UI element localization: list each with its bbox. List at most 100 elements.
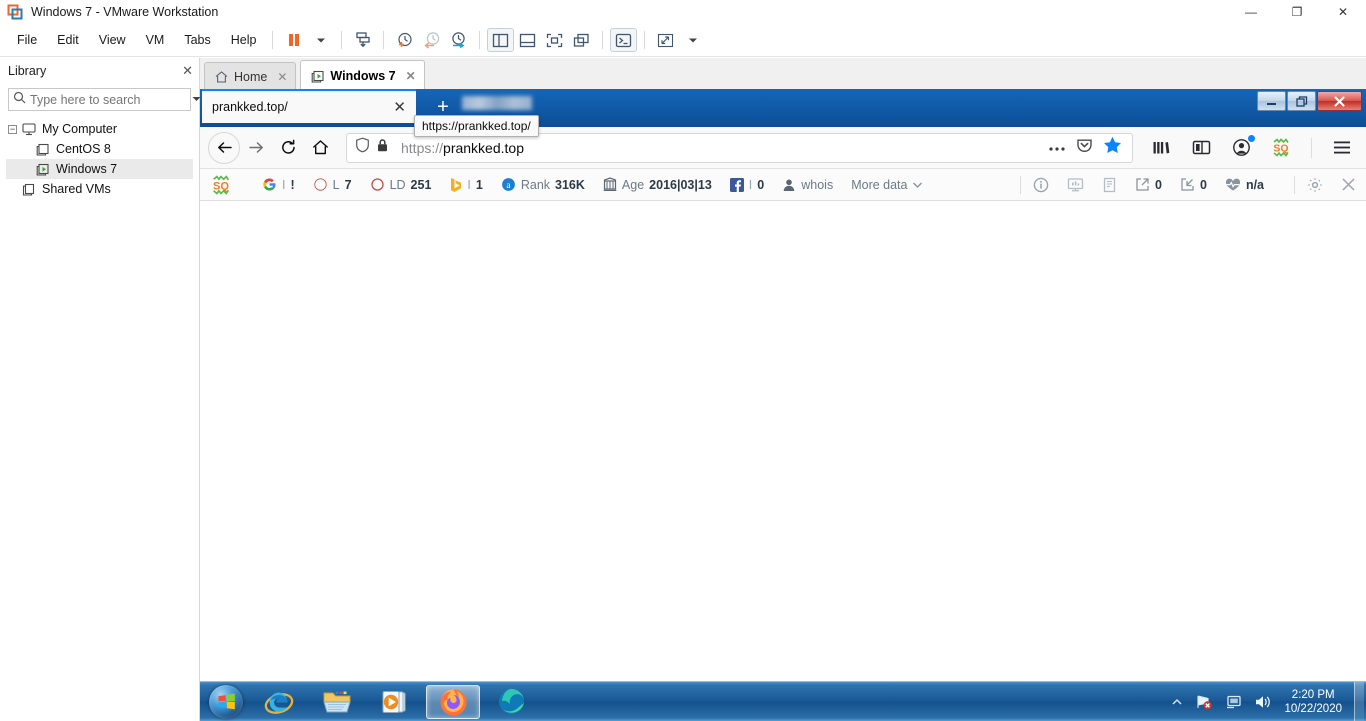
seoquake-page-info-button[interactable]	[1033, 177, 1049, 193]
seoquake-more-data-button[interactable]: More data	[851, 178, 923, 192]
reload-icon[interactable]	[272, 132, 304, 164]
metric-value: 7	[344, 177, 352, 192]
library-search-box[interactable]	[8, 88, 201, 111]
seoquake-page-health[interactable]: n/a	[1225, 178, 1264, 192]
url-text[interactable]: https://prankked.top	[395, 140, 1048, 156]
seoquake-metric-facebook[interactable]: I 0	[729, 177, 764, 192]
firefox-window-controls	[1257, 91, 1362, 111]
seoquake-metric-alexa-rank[interactable]: a Rank 316K	[501, 177, 585, 192]
page-content-area[interactable]	[200, 201, 1366, 681]
browser-tab-prankked[interactable]: prankked.top/ ✕	[202, 89, 416, 123]
seoquake-keyword-density-button[interactable]	[1102, 177, 1117, 193]
console-view-icon[interactable]	[610, 28, 638, 52]
take-snapshot-icon[interactable]	[391, 28, 418, 52]
tab-windows-7[interactable]: Windows 7 ✕	[300, 60, 425, 90]
send-ctrl-alt-del-icon[interactable]	[349, 28, 376, 52]
view-dropdown-icon[interactable]	[679, 28, 706, 52]
back-arrow-icon[interactable]	[208, 131, 240, 164]
menu-vm[interactable]: VM	[137, 29, 174, 51]
vmware-close-button[interactable]: ✕	[1320, 0, 1366, 24]
seoquake-close-button[interactable]	[1341, 177, 1356, 192]
menu-file[interactable]: File	[8, 29, 46, 51]
display-icon[interactable]	[1225, 694, 1242, 710]
padlock-icon[interactable]	[376, 138, 389, 158]
revert-snapshot-icon[interactable]	[418, 28, 445, 52]
shield-icon[interactable]	[355, 137, 370, 158]
url-bar[interactable]: https://prankked.top	[346, 132, 1133, 163]
external-links-value: 0	[1155, 177, 1162, 192]
taskbar-internet-explorer[interactable]	[252, 685, 306, 719]
menu-tabs[interactable]: Tabs	[175, 29, 219, 51]
seoquake-metric-google-links[interactable]: LD 251	[370, 177, 431, 192]
snapshot-manager-icon[interactable]	[445, 28, 472, 52]
taskbar-windows-media-player[interactable]	[368, 685, 422, 719]
chevron-up-icon[interactable]	[1171, 697, 1183, 707]
seoquake-metric-google-index[interactable]: L 7	[313, 177, 352, 192]
sidebar-item-my-computer[interactable]: − My Computer	[6, 119, 193, 139]
seoquake-metric-bing[interactable]: I 1	[449, 177, 483, 193]
taskbar-windows-explorer[interactable]	[310, 685, 364, 719]
sidebar-item-centos-8[interactable]: CentOS 8	[6, 139, 193, 159]
vmware-minimize-button[interactable]: —	[1228, 0, 1274, 24]
taskbar-microsoft-edge[interactable]	[484, 685, 538, 719]
external-links-icon	[1135, 177, 1150, 192]
firefox-minimize-button[interactable]	[1257, 91, 1286, 111]
stretch-guest-icon[interactable]	[652, 28, 679, 52]
tab-close-icon[interactable]: ✕	[406, 69, 416, 83]
account-icon[interactable]	[1225, 132, 1257, 164]
identity-box[interactable]	[351, 137, 395, 158]
firefox-navigation-toolbar: https://prankked.top SQ	[200, 127, 1366, 169]
ellipsis-icon[interactable]	[1048, 139, 1066, 157]
start-button[interactable]	[204, 684, 248, 720]
library-icon[interactable]	[1145, 132, 1177, 164]
menu-help[interactable]: Help	[222, 29, 266, 51]
sidebar-item-windows-7[interactable]: Windows 7	[6, 159, 193, 179]
toolbar-divider	[1020, 175, 1022, 194]
seoquake-metric-google[interactable]: I !	[262, 177, 295, 192]
page-health-icon	[1225, 178, 1241, 192]
library-close-icon[interactable]: ✕	[182, 63, 193, 79]
unity-mode-icon[interactable]	[568, 28, 595, 52]
tab-home[interactable]: Home ✕	[204, 62, 297, 90]
forward-arrow-icon[interactable]	[240, 132, 272, 164]
seoquake-seo-audit-button[interactable]	[1067, 177, 1084, 193]
pocket-icon[interactable]	[1076, 137, 1093, 159]
show-thumbnail-bar-icon[interactable]	[514, 28, 541, 52]
pause-icon[interactable]	[280, 28, 307, 52]
fullscreen-icon[interactable]	[541, 28, 568, 52]
seoquake-whois-link[interactable]: whois	[782, 178, 833, 192]
menu-edit[interactable]: Edit	[48, 29, 88, 51]
url-host: prankked.top	[443, 139, 524, 156]
vmware-maximize-button[interactable]: ❐	[1274, 0, 1320, 24]
vm-console-guest-screen[interactable]: prankked.top/ ✕ + https://prankked.top/	[200, 89, 1366, 721]
menu-view[interactable]: View	[90, 29, 135, 51]
webarchive-icon	[603, 177, 617, 192]
sidebar-item-shared-vms[interactable]: Shared VMs	[6, 179, 193, 199]
star-filled-icon[interactable]	[1103, 136, 1122, 159]
browser-tab-close-icon[interactable]: ✕	[389, 100, 410, 115]
home-icon[interactable]	[304, 132, 336, 164]
show-library-icon[interactable]	[487, 28, 515, 52]
taskbar-clock[interactable]: 2:20 PM 10/22/2020	[1278, 688, 1352, 716]
seoquake-metric-age[interactable]: Age 2016|03|13	[603, 177, 712, 192]
show-desktop-button[interactable]	[1354, 681, 1364, 721]
seoquake-external-links[interactable]: 0	[1135, 177, 1162, 192]
firefox-restore-button[interactable]	[1287, 91, 1316, 111]
google-index-icon	[313, 177, 328, 192]
volume-icon[interactable]	[1254, 694, 1272, 710]
dropdown-arrow-icon[interactable]	[307, 28, 334, 52]
firefox-close-button[interactable]	[1317, 91, 1362, 111]
sidebar-icon[interactable]	[1185, 132, 1217, 164]
hamburger-menu-icon[interactable]	[1326, 132, 1358, 164]
tab-close-icon[interactable]: ✕	[277, 70, 287, 84]
network-error-icon[interactable]	[1195, 694, 1213, 710]
metric-separator: I	[467, 177, 471, 192]
expander-icon[interactable]: −	[8, 124, 17, 134]
seoquake-internal-links[interactable]: 0	[1180, 177, 1207, 192]
library-search-input[interactable]	[26, 92, 191, 107]
vm-icon	[36, 143, 50, 156]
seoquake-settings-button[interactable]	[1307, 177, 1323, 193]
url-scheme: https://	[401, 139, 444, 156]
taskbar-firefox[interactable]	[426, 684, 480, 719]
seoquake-icon[interactable]: SQ	[1265, 132, 1297, 164]
